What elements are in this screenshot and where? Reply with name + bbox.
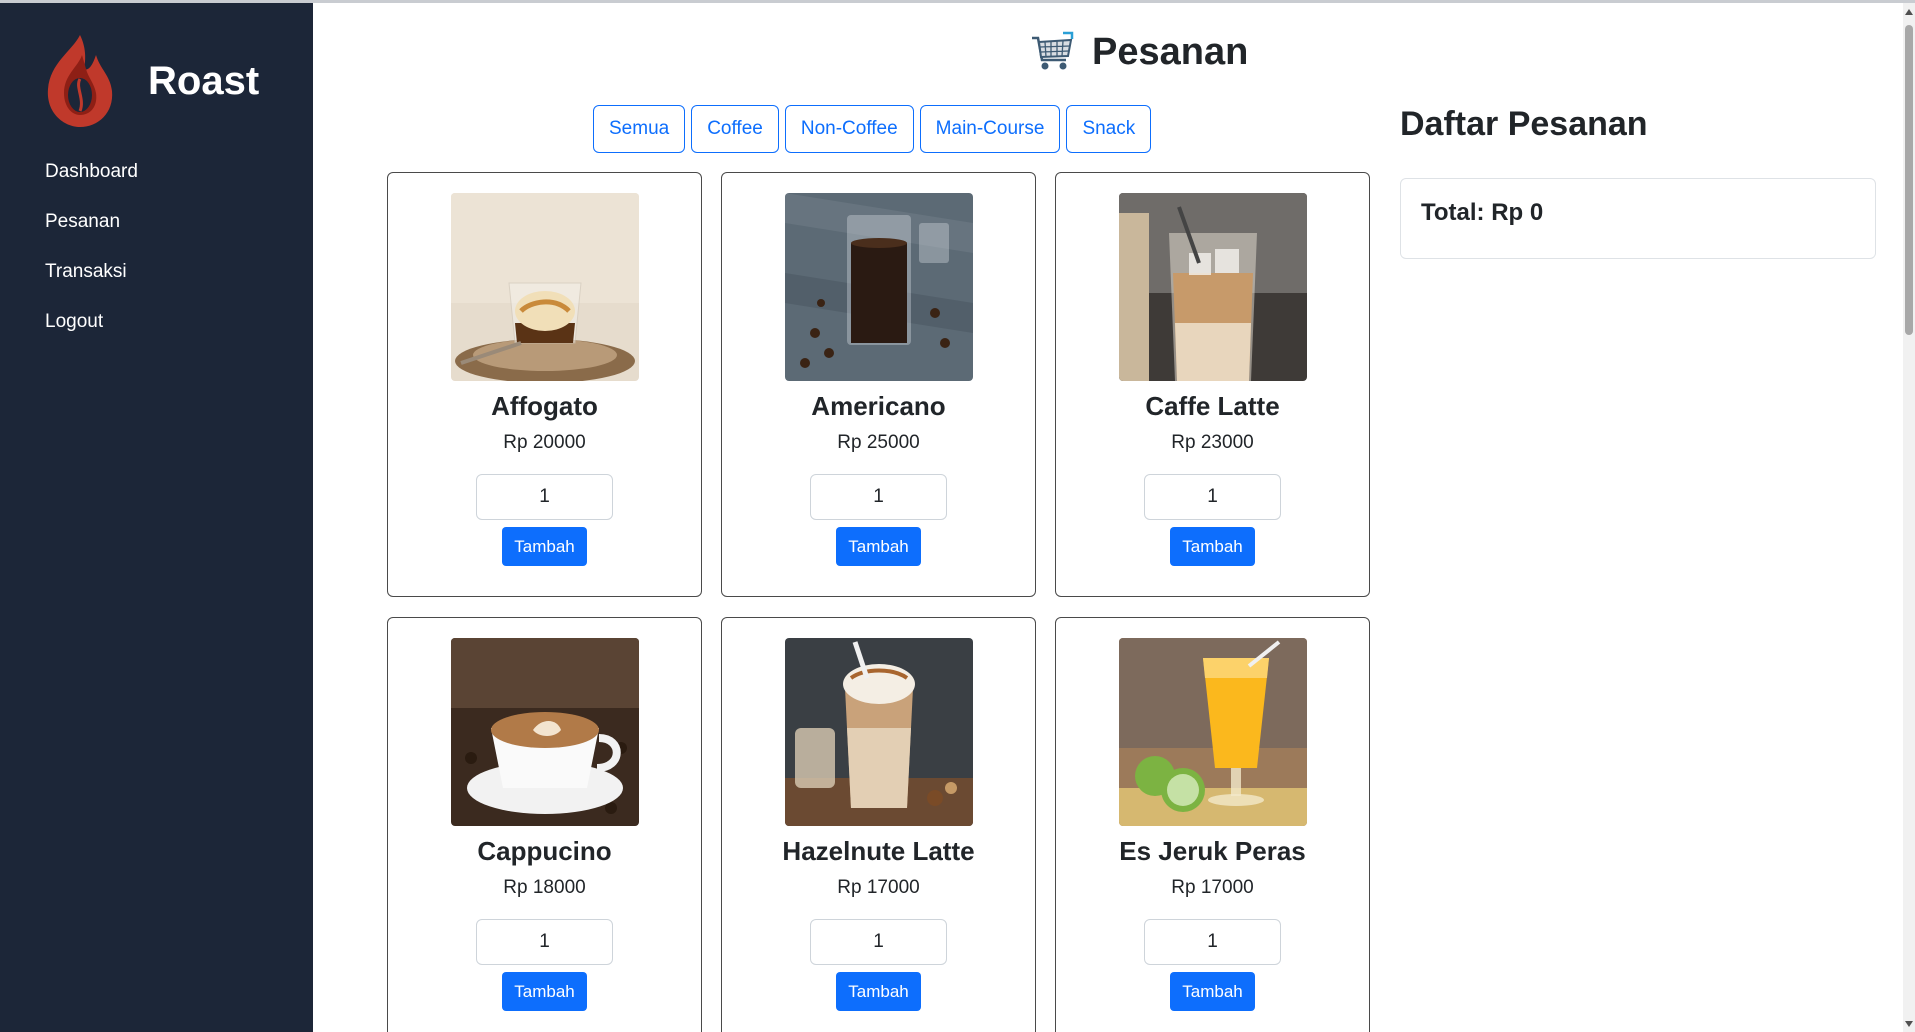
product-image-americano — [784, 193, 973, 381]
product-name: Hazelnute Latte — [782, 836, 975, 866]
product-card: Americano Rp 25000 Tambah — [721, 172, 1036, 597]
product-price: Rp 18000 — [503, 877, 586, 898]
quantity-input[interactable] — [1144, 919, 1281, 965]
product-image-es-jeruk-peras — [1118, 638, 1307, 826]
sidebar-item-dashboard[interactable]: Dashboard — [45, 161, 138, 211]
quantity-input[interactable] — [476, 474, 613, 520]
cart-icon — [1032, 31, 1074, 70]
product-card: Caffe Latte Rp 23000 Tambah — [1055, 172, 1370, 597]
filter-main-course-button[interactable]: Main-Course — [919, 105, 1061, 153]
sidebar-nav: Dashboard Pesanan Transaksi Logout — [45, 161, 138, 361]
product-name: Americano — [811, 391, 946, 421]
product-image-affogato — [450, 193, 639, 381]
product-name: Affogato — [491, 391, 598, 421]
product-price: Rp 23000 — [1171, 432, 1254, 453]
sidebar: Roast Dashboard Pesanan Transaksi Logout — [0, 3, 313, 1032]
quantity-input[interactable] — [810, 919, 947, 965]
product-price: Rp 17000 — [1171, 877, 1254, 898]
product-price: Rp 17000 — [837, 877, 920, 898]
page-title: Pesanan — [1092, 30, 1249, 73]
add-button[interactable]: Tambah — [502, 972, 587, 1011]
brand-name: Roast — [148, 59, 260, 103]
filter-non-coffee-button[interactable]: Non-Coffee — [784, 105, 914, 153]
product-card: Affogato Rp 20000 Tambah — [387, 172, 702, 597]
add-button[interactable]: Tambah — [836, 527, 921, 566]
product-name: Es Jeruk Peras — [1119, 836, 1306, 866]
product-image-caffe-latte — [1118, 193, 1307, 381]
sidebar-item-transaksi[interactable]: Transaksi — [45, 261, 138, 311]
add-button[interactable]: Tambah — [836, 972, 921, 1011]
product-name: Caffe Latte — [1145, 391, 1280, 421]
product-card: Cappucino Rp 18000 Tambah — [387, 617, 702, 1032]
product-grid: Affogato Rp 20000 Tambah Americano Rp 25… — [387, 172, 1371, 1032]
scroll-down-icon[interactable] — [1905, 1021, 1913, 1027]
filter-snack-button[interactable]: Snack — [1066, 105, 1152, 153]
product-card: Es Jeruk Peras Rp 17000 Tambah — [1055, 617, 1370, 1032]
sidebar-item-pesanan[interactable]: Pesanan — [45, 211, 138, 261]
add-button[interactable]: Tambah — [1170, 527, 1255, 566]
filter-semua-button[interactable]: Semua — [593, 105, 686, 153]
add-button[interactable]: Tambah — [502, 527, 587, 566]
product-image-hazelnute-latte — [784, 638, 973, 826]
quantity-input[interactable] — [1144, 474, 1281, 520]
product-name: Cappucino — [477, 836, 612, 866]
add-button[interactable]: Tambah — [1170, 972, 1255, 1011]
flame-coffee-bean-icon — [47, 35, 113, 127]
scroll-up-icon[interactable] — [1905, 9, 1913, 15]
product-image-cappucino — [450, 638, 639, 826]
product-price: Rp 25000 — [837, 432, 920, 453]
sidebar-item-logout[interactable]: Logout — [45, 311, 138, 361]
product-card: Hazelnute Latte Rp 17000 Tambah — [721, 617, 1036, 1032]
filter-coffee-button[interactable]: Coffee — [691, 105, 779, 153]
page-header: Pesanan — [1030, 30, 1248, 74]
page-scrollbar[interactable] — [1903, 3, 1915, 1032]
order-list-title: Daftar Pesanan — [1400, 105, 1648, 143]
category-filters: Semua Coffee Non-Coffee Main-Course Snac… — [593, 105, 1152, 153]
product-price: Rp 20000 — [503, 432, 586, 453]
order-summary: Total: Rp 0 — [1400, 178, 1876, 259]
order-total: Total: Rp 0 — [1421, 199, 1544, 226]
brand[interactable]: Roast — [42, 33, 259, 129]
quantity-input[interactable] — [476, 919, 613, 965]
scrollbar-thumb[interactable] — [1905, 25, 1913, 335]
quantity-input[interactable] — [810, 474, 947, 520]
